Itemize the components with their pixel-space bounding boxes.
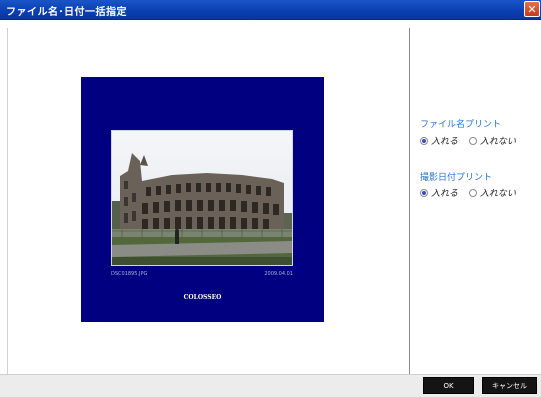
options-panel: ファイル名プリント 入れる 入れない 撮影日付プリント 入れる 入れない: [410, 28, 541, 374]
window-frame-left: [0, 20, 6, 376]
radio-checked-icon: [420, 137, 428, 145]
radio-checked-icon: [420, 189, 428, 197]
filename-print-on-label: 入れる: [431, 137, 459, 147]
filename-print-off-label: 入れない: [479, 137, 516, 147]
ok-button[interactable]: OK: [423, 377, 474, 394]
title-bar: ファイル名･日付一括指定 ✕: [0, 0, 541, 20]
close-button[interactable]: ✕: [524, 1, 540, 17]
date-print-label: 撮影日付プリント: [420, 173, 493, 183]
photo-title: COLOSSEO: [183, 294, 222, 301]
date-print-off-radio[interactable]: 入れない: [468, 189, 524, 199]
print-preview-card: DSC01895.JPG 2009.04.01 COLOSSEO: [81, 77, 324, 322]
date-print-off-label: 入れない: [479, 189, 516, 199]
photo-date: 2009.04.01: [264, 271, 293, 277]
window-title: ファイル名･日付一括指定: [6, 7, 127, 18]
date-print-on-radio[interactable]: 入れる: [420, 189, 469, 199]
filename-print-on-radio[interactable]: 入れる: [420, 137, 469, 147]
close-icon: ✕: [527, 3, 537, 16]
date-print-options: 入れる 入れない: [420, 186, 524, 199]
filename-print-off-radio[interactable]: 入れない: [468, 137, 524, 147]
radio-unchecked-icon: [468, 189, 477, 197]
colosseum-photo-icon: [112, 131, 292, 265]
photo-image: [111, 130, 293, 266]
radio-unchecked-icon: [468, 137, 477, 145]
dialog-footer: OK キャンセル: [0, 374, 541, 397]
photo-filename: DSC01895.JPG: [111, 271, 148, 277]
date-print-on-label: 入れる: [431, 189, 459, 199]
filename-print-label: ファイル名プリント: [420, 120, 502, 130]
filename-print-options: 入れる 入れない: [420, 134, 524, 147]
cancel-button[interactable]: キャンセル: [482, 377, 537, 394]
